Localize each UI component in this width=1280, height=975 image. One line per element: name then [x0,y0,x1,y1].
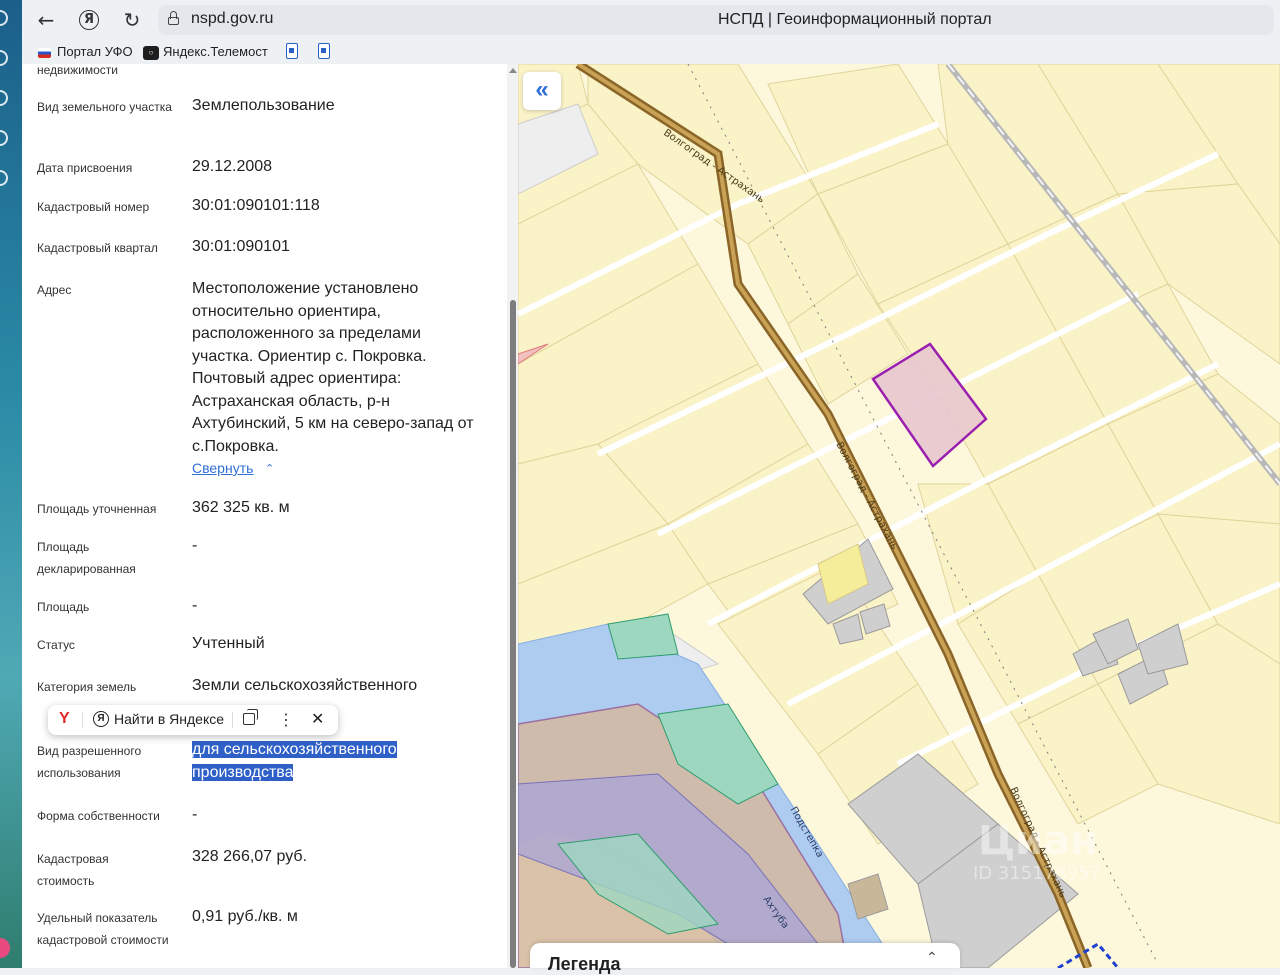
os-app-icon[interactable] [0,170,8,186]
field-label: Площадь [37,600,90,614]
bookmark-doc-icon[interactable] [286,43,298,59]
map-canvas[interactable]: Волгоград - Астрахань Волгоград - Астрах… [518,64,1280,968]
collapse-link[interactable]: Свернуть [192,460,253,476]
field-label: Площадь уточненная [37,502,157,516]
os-app-icon[interactable] [0,10,8,26]
watermark-text: Циан [978,818,1098,864]
field-label: Кадастровый квартал [37,241,158,255]
bookmark-doc-icon[interactable] [318,43,330,59]
field-value: - [192,537,198,554]
field-label: Категория земель [37,680,137,694]
address-value: Местоположение установлено относительно … [192,280,474,455]
chevron-up-icon[interactable]: ⌃ [265,462,274,475]
os-sidebar [0,0,22,968]
legend-title: Легенда [548,954,621,974]
panel-scrollbar[interactable] [507,64,518,968]
field-label: Адрес [37,283,72,297]
chevron-up-icon[interactable]: ⌃ [926,949,938,966]
search-yandex-button[interactable]: Найти в Яндексе [114,711,224,727]
field-label: Кадастровый номер [37,200,150,214]
url-text[interactable]: nspd.gov.ru [191,10,273,28]
field-value: - [192,806,198,823]
field-value: 362 325 кв. м [192,499,290,516]
divider [232,712,233,728]
yandex-icon[interactable]: Я [79,10,99,30]
selected-text[interactable]: для сельскохозяйственного [192,741,397,758]
telemost-icon: ○ [143,45,159,60]
selected-text[interactable]: производства [192,763,294,781]
field-value: - [192,597,198,614]
field-value: 29.12.2008 [192,158,273,175]
field-label: Дата присвоения [37,161,133,175]
os-notification-icon[interactable] [0,938,10,958]
copy-icon[interactable] [243,709,258,725]
field-label: Форма собственности [37,809,160,823]
field-label: Кадастровая стоимость [37,852,109,888]
selection-popup: Y Я Найти в Яндексе ⋮ ✕ [48,705,338,735]
back-arrow-icon[interactable]: ← [34,8,58,32]
browser-toolbar: ← Я ↻ nspd.gov.ru НСПД | Геоинформационн… [22,0,1280,40]
bookmark-portal-ufo[interactable]: Портал УФО [38,43,133,61]
field-label: Статус [37,638,75,652]
scroll-up-icon[interactable] [509,68,517,73]
field-label: недвижимости [37,64,118,77]
field-value: Земли сельскохозяйственного [192,677,418,694]
close-icon[interactable]: ✕ [311,709,324,729]
field-value: 30:01:090101 [192,238,290,255]
more-options-icon[interactable]: ⋮ [278,710,294,730]
yandex-browser-icon[interactable]: Y [59,710,70,728]
os-app-icon[interactable] [0,90,8,106]
map-view[interactable]: Волгоград - Астрахань Волгоград - Астрах… [518,64,1280,968]
scroll-thumb[interactable] [510,300,516,968]
bookmark-label: Портал УФО [57,44,133,59]
yandex-search-icon: Я [93,711,109,727]
field-value: 0,91 руб./кв. м [192,908,298,925]
page-title: НСПД | Геоинформационный портал [718,11,992,28]
field-value[interactable]: для сельскохозяйственного производства [192,739,492,784]
lock-icon [168,11,179,25]
russia-flag-icon [38,47,51,58]
field-label: Вид разрешенного использования [37,744,142,780]
field-label: Вид земельного участка [37,100,172,114]
divider [82,712,83,728]
field-value: Учтенный [192,635,265,652]
cadastral-number-value: 30:01:090101:118 [192,197,320,214]
os-app-icon[interactable] [0,50,8,66]
field-value: Землепользование [192,97,335,114]
bookmark-telemost[interactable]: ○ Яндекс.Телемост [143,43,268,61]
legend-panel[interactable]: Легенда ⌃ [530,943,960,974]
reload-icon[interactable]: ↻ [120,8,144,32]
collapse-panel-button[interactable]: « [523,72,561,110]
os-app-icon[interactable] [0,130,8,146]
info-panel: недвижимости Вид земельного участка Земл… [22,64,518,968]
field-label: Площадь декларированная [37,540,136,576]
watermark-id: ID 315178957 [973,863,1101,884]
bookmark-label: Яндекс.Телемост [163,44,268,59]
address-bar[interactable]: nspd.gov.ru НСПД | Геоинформационный пор… [158,5,1274,35]
bookmarks-bar: Портал УФО ○ Яндекс.Телемост [22,40,1280,64]
field-value: 328 266,07 руб. [192,848,308,865]
field-label: Удельный показатель кадастровой стоимост… [37,911,169,947]
